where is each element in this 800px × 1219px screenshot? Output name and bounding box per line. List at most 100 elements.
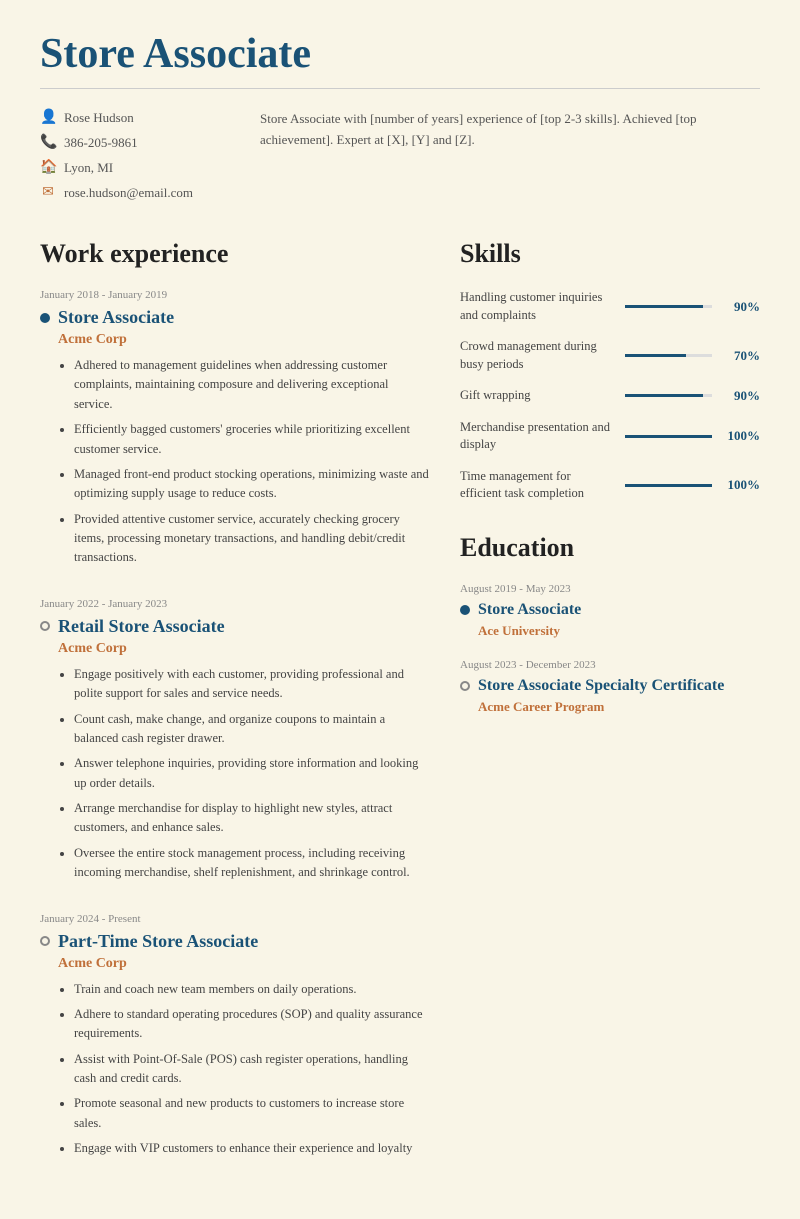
skill-row: Crowd management during busy periods 70% [460, 338, 760, 373]
skill-name: Gift wrapping [460, 387, 615, 405]
job-bullet-icon [40, 313, 50, 323]
job-entry: January 2018 - January 2019 Store Associa… [40, 289, 430, 568]
person-icon: 👤 [40, 109, 56, 126]
contact-phone-item: 📞 386-205-9861 [40, 134, 220, 151]
skill-bar-fill [625, 354, 686, 357]
skill-bar-fill [625, 484, 712, 487]
header-divider [40, 88, 760, 89]
education-title: Education [460, 533, 760, 563]
job-bullet-item: Engage positively with each customer, pr… [74, 665, 430, 704]
job-entry: January 2024 - Present Part-Time Store As… [40, 913, 430, 1159]
job-bullet-item: Train and coach new team members on dail… [74, 980, 430, 999]
skill-item: Crowd management during busy periods 70% [460, 338, 760, 373]
contact-email: rose.hudson@email.com [64, 185, 193, 201]
jobs-container: January 2018 - January 2019 Store Associa… [40, 289, 430, 1159]
contact-info: 👤 Rose Hudson 📞 386-205-9861 🏠 Lyon, MI … [40, 109, 220, 209]
job-header: Retail Store Associate [40, 616, 430, 637]
edu-institution: Ace University [478, 623, 760, 639]
education-container: August 2019 - May 2023 Store Associate Ace… [460, 583, 760, 715]
skill-name: Merchandise presentation and display [460, 419, 615, 454]
job-bullets-list: Adhered to management guidelines when ad… [58, 356, 430, 568]
job-company: Acme Corp [58, 332, 430, 348]
edu-entry: August 2019 - May 2023 Store Associate Ace… [460, 583, 760, 639]
skill-bar-container [625, 305, 712, 308]
skill-item: Gift wrapping90% [460, 387, 760, 405]
skill-row: Handling customer inquiries and complain… [460, 289, 760, 324]
page-title: Store Associate [40, 30, 760, 78]
skill-item: Time management for efficient task compl… [460, 468, 760, 503]
edu-header: Store Associate [460, 601, 760, 619]
job-bullet-item: Count cash, make change, and organize co… [74, 710, 430, 749]
skill-bar-container [625, 484, 712, 487]
contact-location: Lyon, MI [64, 160, 113, 176]
contact-section: 👤 Rose Hudson 📞 386-205-9861 🏠 Lyon, MI … [40, 109, 760, 209]
job-bullet-icon [40, 621, 50, 631]
job-title: Retail Store Associate [58, 616, 225, 637]
skill-bar-fill [625, 394, 703, 397]
email-icon: ✉ [40, 184, 56, 201]
skill-row: Gift wrapping90% [460, 387, 760, 405]
phone-icon: 📞 [40, 134, 56, 151]
right-column: Skills Handling customer inquiries and c… [460, 239, 760, 1189]
skill-percent: 100% [722, 477, 760, 493]
job-bullet-icon [40, 936, 50, 946]
edu-title: Store Associate Specialty Certificate [478, 677, 724, 695]
job-bullet-item: Managed front-end product stocking opera… [74, 465, 430, 504]
summary-text: Store Associate with [number of years] e… [260, 109, 760, 209]
contact-name: Rose Hudson [64, 110, 134, 126]
skill-name: Handling customer inquiries and complain… [460, 289, 615, 324]
job-bullet-item: Engage with VIP customers to enhance the… [74, 1139, 430, 1158]
job-bullet-item: Oversee the entire stock management proc… [74, 844, 430, 883]
education-section: Education August 2019 - May 2023 Store As… [460, 533, 760, 715]
skill-bar-container [625, 354, 712, 357]
edu-bullet-icon [460, 681, 470, 691]
job-company: Acme Corp [58, 956, 430, 972]
job-bullet-item: Provided attentive customer service, acc… [74, 510, 430, 568]
skill-percent: 100% [722, 428, 760, 444]
skills-title: Skills [460, 239, 760, 269]
skill-bar-fill [625, 305, 703, 308]
job-bullet-item: Arrange merchandise for display to highl… [74, 799, 430, 838]
job-bullet-item: Adhered to management guidelines when ad… [74, 356, 430, 414]
job-bullets-list: Engage positively with each customer, pr… [58, 665, 430, 883]
location-icon: 🏠 [40, 159, 56, 176]
skill-name: Time management for efficient task compl… [460, 468, 615, 503]
main-content: Work experience January 2018 - January 2… [40, 239, 760, 1189]
edu-institution: Acme Career Program [478, 699, 760, 715]
contact-email-item: ✉ rose.hudson@email.com [40, 184, 220, 201]
skill-item: Merchandise presentation and display 100% [460, 419, 760, 454]
job-bullet-item: Promote seasonal and new products to cus… [74, 1094, 430, 1133]
job-title: Part-Time Store Associate [58, 931, 258, 952]
skill-percent: 70% [722, 348, 760, 364]
left-column: Work experience January 2018 - January 2… [40, 239, 430, 1189]
skill-row: Time management for efficient task compl… [460, 468, 760, 503]
job-bullets-list: Train and coach new team members on dail… [58, 980, 430, 1159]
skill-row: Merchandise presentation and display 100% [460, 419, 760, 454]
edu-bullet-icon [460, 605, 470, 615]
job-title: Store Associate [58, 307, 174, 328]
edu-entry: August 2023 - December 2023 Store Associa… [460, 659, 760, 715]
job-header: Store Associate [40, 307, 430, 328]
skill-item: Handling customer inquiries and complain… [460, 289, 760, 324]
skill-bar-fill [625, 435, 712, 438]
skills-section: Skills Handling customer inquiries and c… [460, 239, 760, 503]
skill-name: Crowd management during busy periods [460, 338, 615, 373]
edu-header: Store Associate Specialty Certificate [460, 677, 760, 695]
contact-location-item: 🏠 Lyon, MI [40, 159, 220, 176]
job-bullet-item: Answer telephone inquiries, providing st… [74, 754, 430, 793]
job-bullet-item: Assist with Point-Of-Sale (POS) cash reg… [74, 1050, 430, 1089]
edu-title: Store Associate [478, 601, 581, 619]
contact-phone: 386-205-9861 [64, 135, 138, 151]
job-header: Part-Time Store Associate [40, 931, 430, 952]
skill-bar-container [625, 394, 712, 397]
work-experience-title: Work experience [40, 239, 430, 269]
job-date: January 2018 - January 2019 [40, 289, 430, 301]
edu-date: August 2019 - May 2023 [460, 583, 760, 595]
job-date: January 2022 - January 2023 [40, 598, 430, 610]
edu-date: August 2023 - December 2023 [460, 659, 760, 671]
skills-container: Handling customer inquiries and complain… [460, 289, 760, 503]
job-entry: January 2022 - January 2023 Retail Store … [40, 598, 430, 883]
job-date: January 2024 - Present [40, 913, 430, 925]
job-company: Acme Corp [58, 641, 430, 657]
job-bullet-item: Efficiently bagged customers' groceries … [74, 420, 430, 459]
